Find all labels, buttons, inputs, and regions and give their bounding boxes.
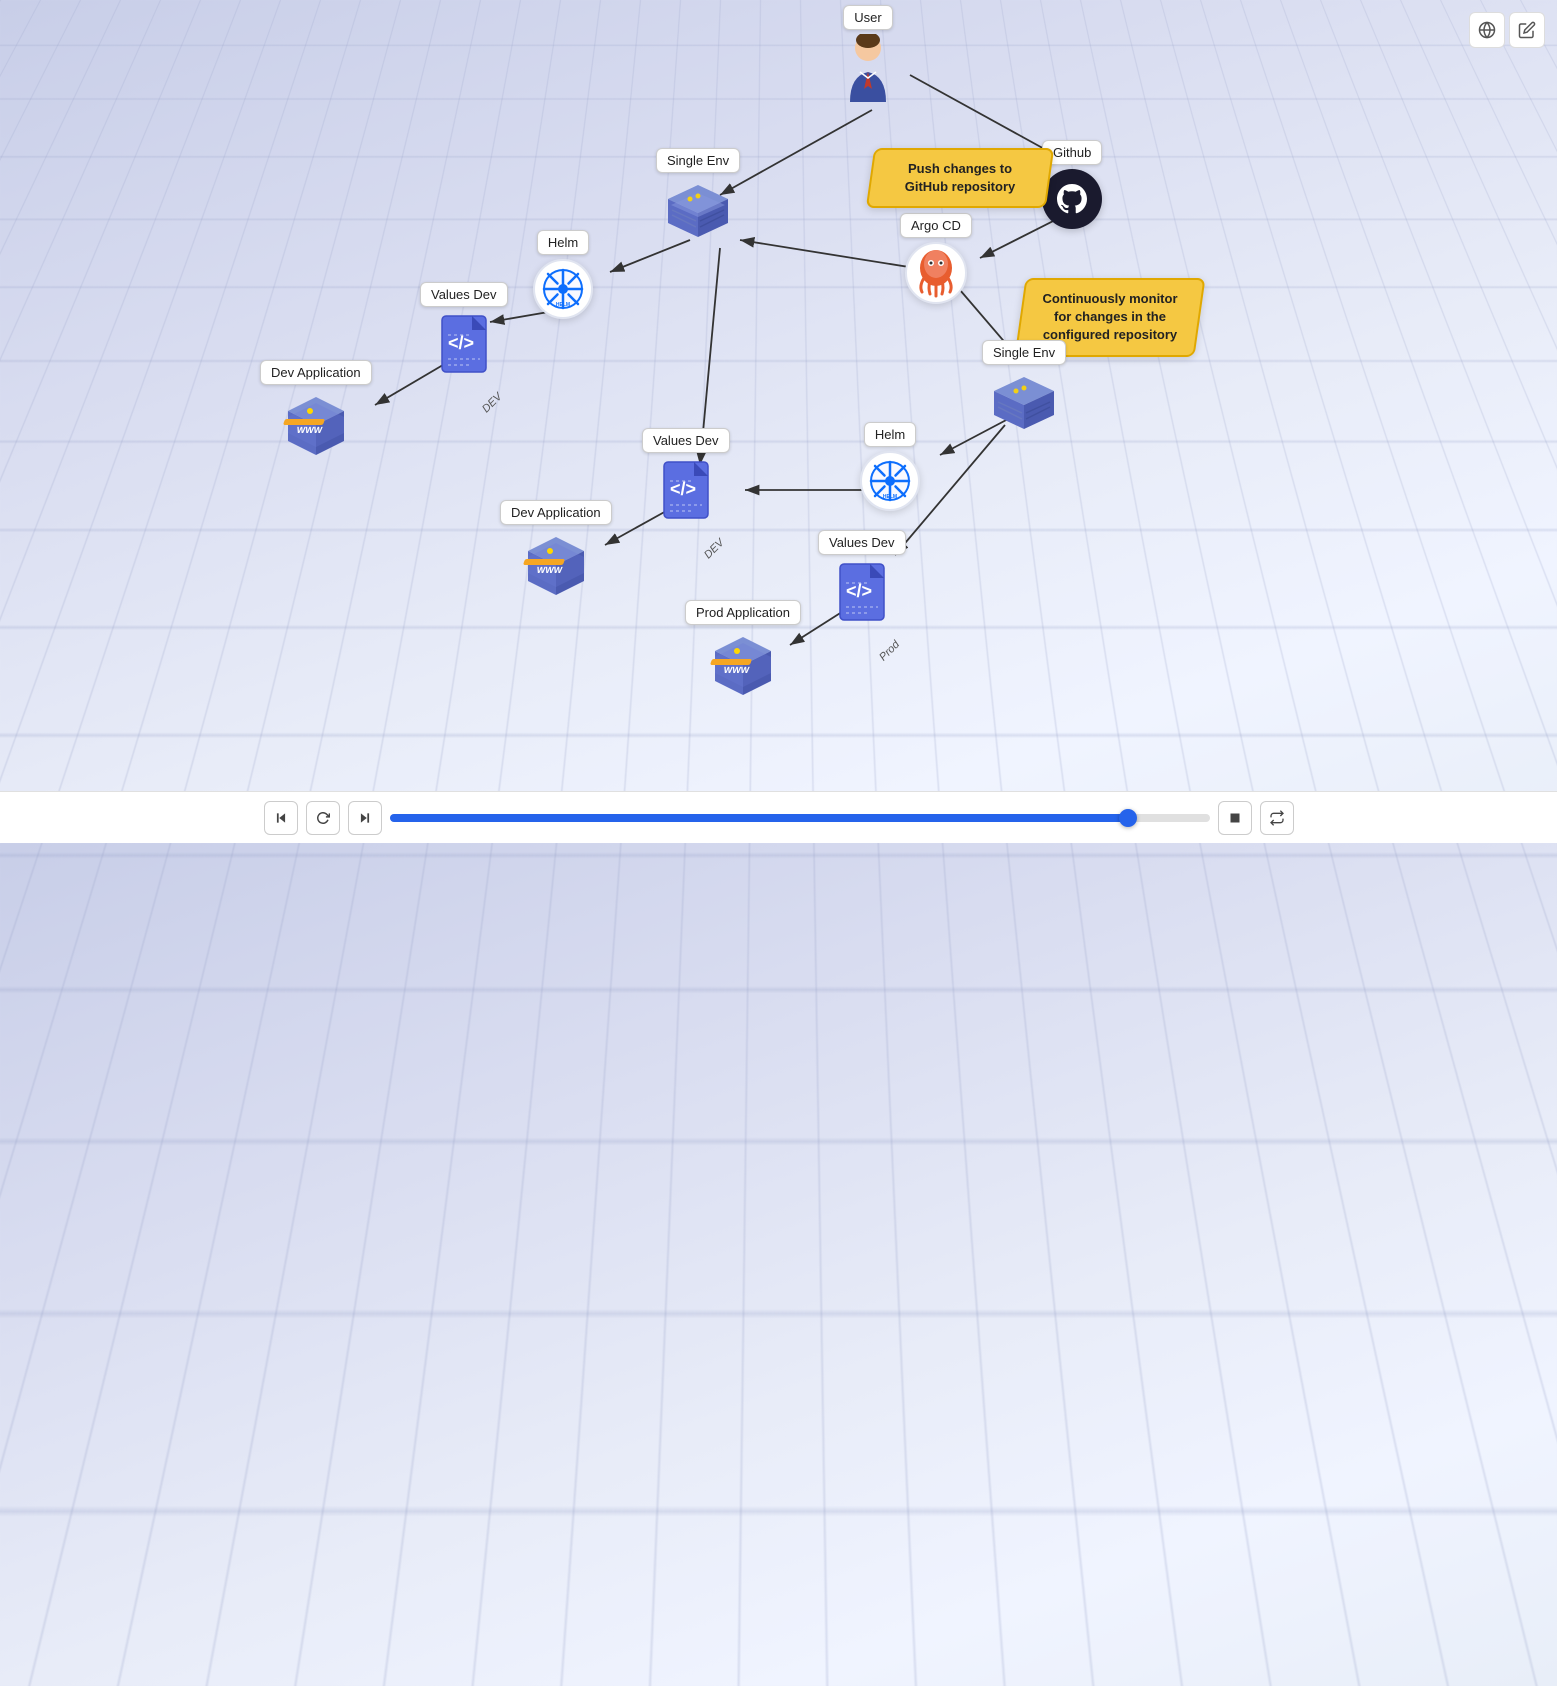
values-dev-right-label: Values Dev bbox=[818, 530, 906, 555]
svg-text:WWW: WWW bbox=[723, 665, 751, 675]
dev-label-1: DEV bbox=[480, 391, 504, 415]
helm-top-icon: HELM bbox=[533, 259, 593, 319]
values-dev-right-icon: </> bbox=[832, 559, 892, 629]
globe-button[interactable] bbox=[1469, 12, 1505, 48]
argocd-node: Argo CD bbox=[900, 213, 972, 304]
values-dev-mid-node: Values Dev </> DEV bbox=[642, 428, 730, 527]
values-dev-mid-icon: </> bbox=[656, 457, 716, 527]
values-dev-top-node: Values Dev </> DEV bbox=[420, 282, 508, 381]
svg-text:</>: </> bbox=[448, 333, 474, 353]
dev-app-left-label: Dev Application bbox=[260, 360, 372, 385]
single-env-right-icon bbox=[986, 369, 1062, 435]
svg-text:HELM: HELM bbox=[556, 302, 570, 308]
callout-push: Push changes to GitHub repository bbox=[866, 148, 1054, 208]
loop-button[interactable] bbox=[1260, 801, 1294, 835]
dev-app-left-icon: WWW bbox=[280, 389, 352, 457]
dev-app-left-node: Dev Application WWW bbox=[260, 360, 372, 457]
helm-right-label: Helm bbox=[864, 422, 916, 447]
svg-text:WWW: WWW bbox=[296, 425, 324, 435]
single-env-top-icon bbox=[660, 177, 736, 243]
single-env-top-label: Single Env bbox=[656, 148, 740, 173]
dev-label-2: DEV bbox=[702, 537, 726, 561]
dev-app-mid-node: Dev Application WWW bbox=[500, 500, 612, 597]
argocd-label: Argo CD bbox=[900, 213, 972, 238]
helm-right-node: Helm HELM bbox=[860, 422, 920, 511]
user-label: User bbox=[843, 5, 892, 30]
single-env-right-label: Single Env bbox=[982, 340, 1066, 365]
values-dev-top-label: Values Dev bbox=[420, 282, 508, 307]
helm-top-label: Helm bbox=[537, 230, 589, 255]
values-dev-top-icon: </> bbox=[434, 311, 494, 381]
svg-text:</>: </> bbox=[846, 581, 872, 601]
rewind-button[interactable] bbox=[264, 801, 298, 835]
progress-bar-fill bbox=[390, 814, 1128, 822]
github-icon bbox=[1042, 169, 1102, 229]
callout-push-node: Push changes to GitHub repository bbox=[870, 148, 1050, 208]
arrows-layer bbox=[0, 0, 1557, 843]
helm-right-icon: HELM bbox=[860, 451, 920, 511]
prod-app-icon: WWW bbox=[707, 629, 779, 697]
forward-button[interactable] bbox=[348, 801, 382, 835]
main-canvas: User Github Argo CD bbox=[0, 0, 1557, 843]
values-dev-right-node: Values Dev </> Prod bbox=[818, 530, 906, 629]
refresh-button[interactable] bbox=[306, 801, 340, 835]
argocd-icon bbox=[905, 242, 967, 304]
values-dev-mid-label: Values Dev bbox=[642, 428, 730, 453]
top-right-controls bbox=[1469, 12, 1545, 48]
progress-bar-container[interactable] bbox=[390, 814, 1210, 822]
edit-button[interactable] bbox=[1509, 12, 1545, 48]
prod-app-label: Prod Application bbox=[685, 600, 801, 625]
svg-text:WWW: WWW bbox=[536, 565, 564, 575]
user-node: User bbox=[840, 5, 896, 104]
dev-app-mid-label: Dev Application bbox=[500, 500, 612, 525]
single-env-top-node: Single Env bbox=[656, 148, 740, 243]
single-env-right-node: Single Env bbox=[982, 340, 1066, 435]
prod-app-node: Prod Application WWW bbox=[685, 600, 801, 697]
helm-top-node: Helm HELM bbox=[533, 230, 593, 319]
user-icon bbox=[840, 34, 896, 104]
prod-label: Prod bbox=[877, 639, 902, 664]
svg-text:HELM: HELM bbox=[883, 494, 897, 500]
playback-toolbar bbox=[0, 791, 1557, 843]
progress-thumb[interactable] bbox=[1119, 809, 1137, 827]
dev-app-mid-icon: WWW bbox=[520, 529, 592, 597]
stop-button[interactable] bbox=[1218, 801, 1252, 835]
svg-text:</>: </> bbox=[670, 479, 696, 499]
